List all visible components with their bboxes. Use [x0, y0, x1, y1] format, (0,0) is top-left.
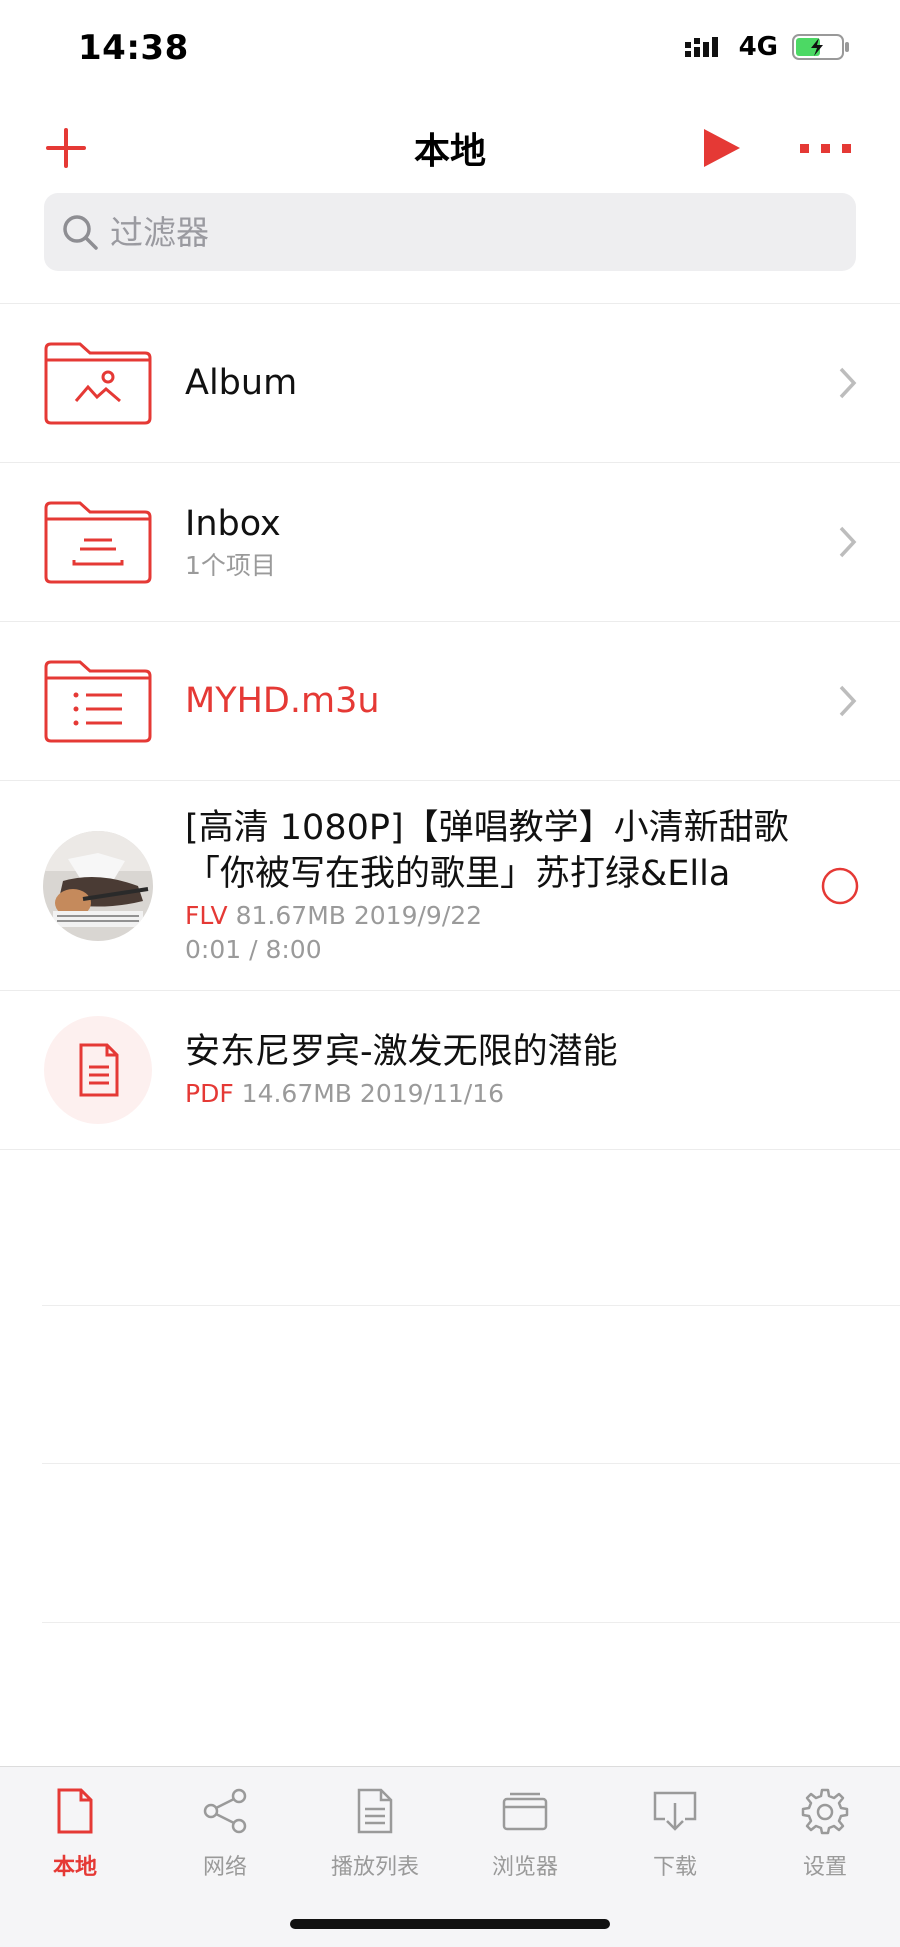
video-thumbnail — [43, 830, 153, 941]
chevron-right-icon — [838, 681, 866, 721]
item-title: [高清 1080P]【弹唱教学】小清新甜歌「你被写在我的歌里」苏打绿&Ella — [185, 807, 789, 894]
more-button[interactable] — [796, 118, 856, 178]
tab-local[interactable]: 本地 — [0, 1785, 150, 1881]
list-item-album[interactable]: Album — [0, 304, 900, 463]
size-date: 14.67MB 2019/11/16 — [241, 1079, 505, 1108]
item-title: 安东尼罗宾-激发无限的潜能 — [185, 1032, 618, 1072]
item-title: Album — [185, 363, 298, 403]
item-title: MYHD.m3u — [185, 681, 380, 721]
tab-playlist[interactable]: 播放列表 — [300, 1785, 450, 1881]
network-label: 4G — [738, 32, 778, 62]
size-date: 81.67MB 2019/9/22 — [235, 900, 483, 930]
item-meta: PDF 14.67MB 2019/11/16 — [185, 1077, 800, 1111]
playlist-icon — [357, 1788, 393, 1834]
battery-icon — [792, 34, 849, 60]
status-time: 14:38 — [78, 28, 189, 68]
list-item-inbox[interactable]: Inbox 1个项目 — [0, 463, 900, 622]
document-icon — [57, 1788, 93, 1834]
file-type: PDF — [185, 1079, 234, 1108]
tab-label: 本地 — [52, 1855, 97, 1880]
status-bar: 14:38 4G — [0, 0, 900, 100]
download-icon — [653, 1791, 697, 1831]
tab-download[interactable]: 下载 — [600, 1785, 750, 1881]
tab-label: 浏览器 — [491, 1855, 558, 1880]
playlist-folder-icon — [44, 660, 152, 743]
file-list: Album Inbox 1个项目 MYHD.m3u [高清 1080P]【弹唱教… — [0, 303, 900, 1150]
home-indicator — [290, 1919, 610, 1929]
tab-settings[interactable]: 设置 — [750, 1785, 900, 1881]
share-icon — [203, 1788, 247, 1834]
tab-label: 播放列表 — [330, 1855, 419, 1880]
chevron-right-icon — [838, 522, 866, 562]
tab-browser[interactable]: 浏览器 — [450, 1785, 600, 1881]
page-title: 本地 — [413, 131, 486, 172]
progress-ring-icon — [820, 866, 860, 906]
divider — [42, 1622, 900, 1623]
item-count: 1个项目 — [185, 551, 276, 580]
more-icon — [800, 144, 851, 153]
play-button[interactable] — [690, 118, 750, 178]
nav-bar: 本地 — [0, 100, 900, 190]
play-icon — [704, 129, 740, 167]
browser-icon — [502, 1792, 548, 1831]
item-meta: FLV 81.67MB 2019/9/22 — [185, 899, 790, 933]
tab-network[interactable]: 网络 — [150, 1785, 300, 1881]
inbox-folder-icon — [44, 501, 152, 584]
list-item-playlist[interactable]: MYHD.m3u — [0, 622, 900, 781]
list-item-pdf[interactable]: 安东尼罗宾-激发无限的潜能 PDF 14.67MB 2019/11/16 — [0, 991, 900, 1150]
divider — [42, 1305, 900, 1306]
item-title: Inbox — [185, 504, 281, 544]
playback-progress: 0:01 / 8:00 — [185, 934, 322, 964]
tab-label: 网络 — [202, 1855, 247, 1880]
document-icon — [44, 1016, 152, 1124]
photo-folder-icon — [44, 342, 152, 425]
search-bar[interactable] — [44, 193, 856, 271]
status-indicators: 4G — [684, 32, 850, 62]
tab-label: 设置 — [802, 1855, 847, 1880]
search-input[interactable] — [110, 212, 810, 252]
signal-icon — [684, 37, 718, 57]
file-type: FLV — [185, 900, 228, 930]
chevron-right-icon — [838, 363, 866, 403]
list-item-video[interactable]: [高清 1080P]【弹唱教学】小清新甜歌「你被写在我的歌里」苏打绿&Ella … — [0, 781, 900, 991]
gear-icon — [801, 1788, 849, 1835]
divider — [42, 1463, 900, 1464]
search-icon — [63, 215, 98, 250]
tab-label: 下载 — [652, 1855, 697, 1880]
